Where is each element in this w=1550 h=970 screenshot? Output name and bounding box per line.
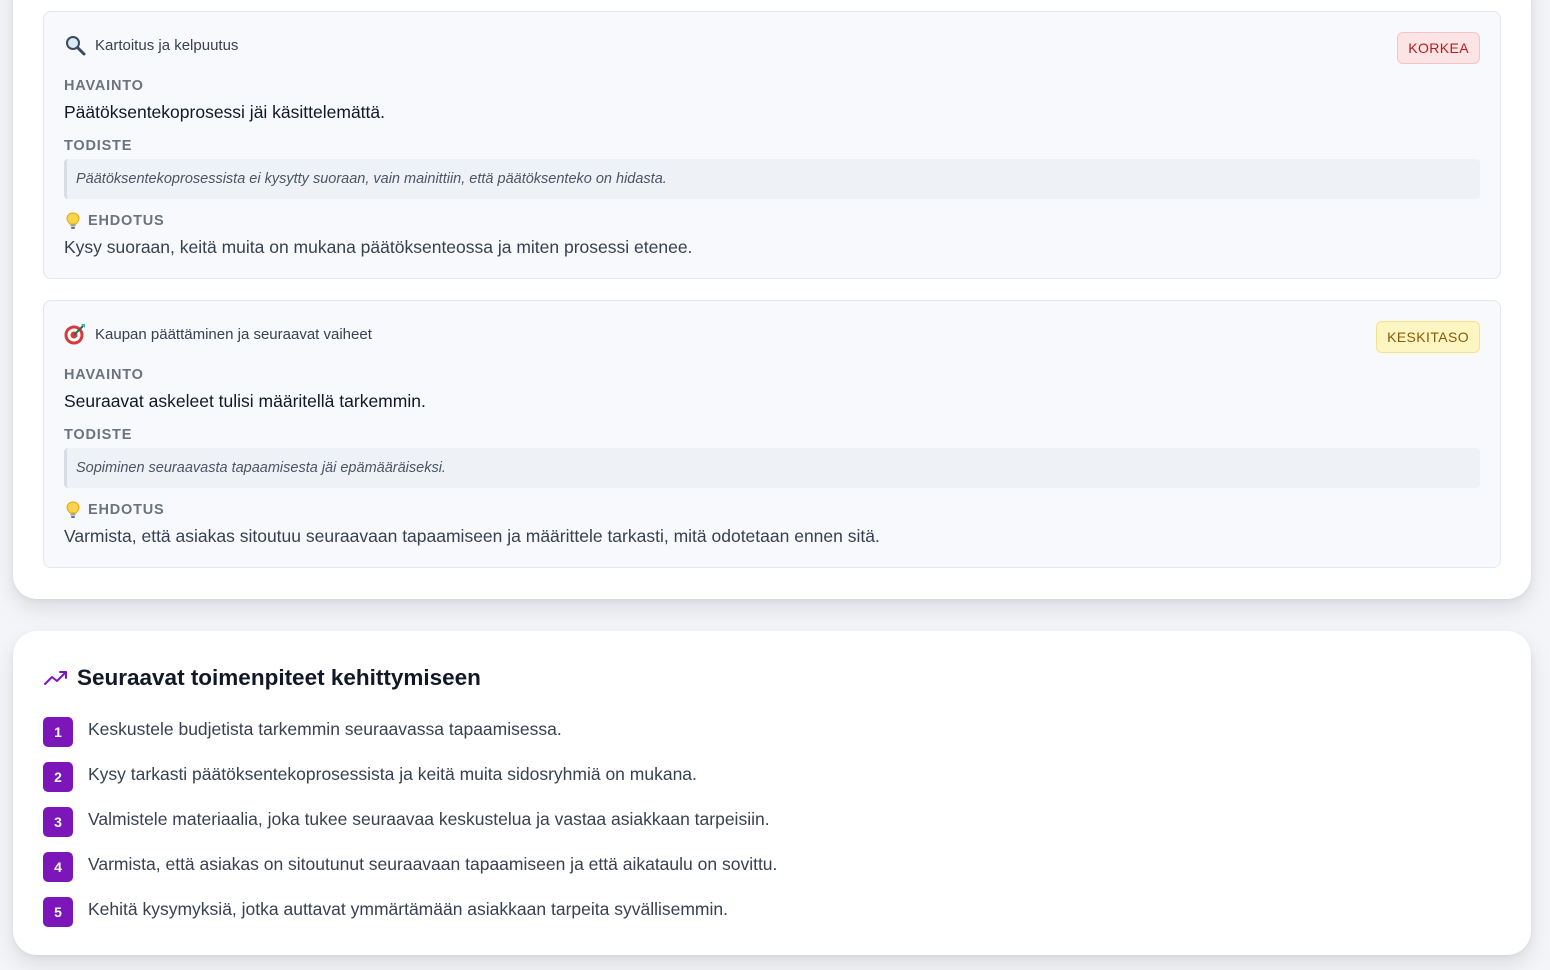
step-text: Kysy tarkasti päätöksentekoprosessista j… — [88, 763, 697, 784]
step-text: Varmista, että asiakas on sitoutunut seu… — [88, 853, 778, 874]
evidence-text: Sopiminen seuraavasta tapaamisesta jäi e… — [76, 460, 446, 476]
lightbulb-icon — [64, 212, 82, 230]
finding-card: Kaupan päättäminen ja seuraavat vaiheet … — [43, 300, 1501, 568]
suggestion-text: Varmista, että asiakas sitoutuu seuraava… — [64, 526, 880, 546]
step-text: Kehitä kysymyksiä, jotka auttavat ymmärt… — [88, 898, 728, 919]
observation-label: HAVAINTO — [64, 367, 144, 383]
next-steps-header: Seuraavat toimenpiteet kehittymiseen — [43, 665, 481, 691]
list-item: 2 Kysy tarkasti päätöksentekoprosessista… — [43, 762, 1483, 792]
severity-badge: KORKEA — [1397, 32, 1480, 64]
step-text: Valmistele materiaalia, joka tukee seura… — [88, 808, 770, 829]
finding-category: Kaupan päättäminen ja seuraavat vaiheet — [64, 323, 372, 345]
step-number: 3 — [43, 807, 73, 837]
evidence-quote: Päätöksentekoprosessista ei kysytty suor… — [64, 159, 1480, 199]
severity-badge: KESKITASO — [1376, 321, 1480, 353]
finding-card: Kartoitus ja kelpuutus KORKEA HAVAINTO P… — [43, 11, 1501, 279]
observation-text: Seuraavat askeleet tulisi määritellä tar… — [64, 391, 426, 411]
observation-label: HAVAINTO — [64, 78, 144, 94]
lightbulb-icon — [64, 501, 82, 519]
finding-category: Kartoitus ja kelpuutus — [64, 34, 238, 56]
target-icon — [64, 323, 86, 345]
suggestion-label: EHDOTUS — [88, 502, 165, 518]
trending-up-icon — [43, 665, 69, 691]
observation-text: Päätöksentekoprosessi jäi käsittelemättä… — [64, 102, 385, 122]
list-item: 4 Varmista, että asiakas on sitoutunut s… — [43, 852, 1483, 882]
step-number: 5 — [43, 897, 73, 927]
evidence-text: Päätöksentekoprosessista ei kysytty suor… — [76, 171, 667, 187]
evidence-quote: Sopiminen seuraavasta tapaamisesta jäi e… — [64, 448, 1480, 488]
evidence-label: TODISTE — [64, 138, 133, 154]
suggestion-label-row: EHDOTUS — [64, 212, 165, 230]
step-number: 4 — [43, 852, 73, 882]
finding-category-label: Kartoitus ja kelpuutus — [95, 36, 239, 54]
finding-category-label: Kaupan päättäminen ja seuraavat vaiheet — [95, 325, 372, 343]
next-steps-list: 1 Keskustele budjetista tarkemmin seuraa… — [43, 717, 1483, 942]
list-item: 5 Kehitä kysymyksiä, jotka auttavat ymmä… — [43, 897, 1483, 927]
suggestion-label: EHDOTUS — [88, 213, 165, 229]
findings-panel: Kartoitus ja kelpuutus KORKEA HAVAINTO P… — [13, 0, 1531, 599]
evidence-label: TODISTE — [64, 427, 133, 443]
step-number: 2 — [43, 762, 73, 792]
suggestion-label-row: EHDOTUS — [64, 501, 165, 519]
section-title: Seuraavat toimenpiteet kehittymiseen — [77, 665, 481, 690]
list-item: 3 Valmistele materiaalia, joka tukee seu… — [43, 807, 1483, 837]
list-item: 1 Keskustele budjetista tarkemmin seuraa… — [43, 717, 1483, 747]
step-text: Keskustele budjetista tarkemmin seuraava… — [88, 718, 562, 739]
next-steps-panel: Seuraavat toimenpiteet kehittymiseen 1 K… — [13, 631, 1531, 955]
magnifier-icon — [64, 34, 86, 56]
step-number: 1 — [43, 717, 73, 747]
suggestion-text: Kysy suoraan, keitä muita on mukana päät… — [64, 237, 693, 257]
